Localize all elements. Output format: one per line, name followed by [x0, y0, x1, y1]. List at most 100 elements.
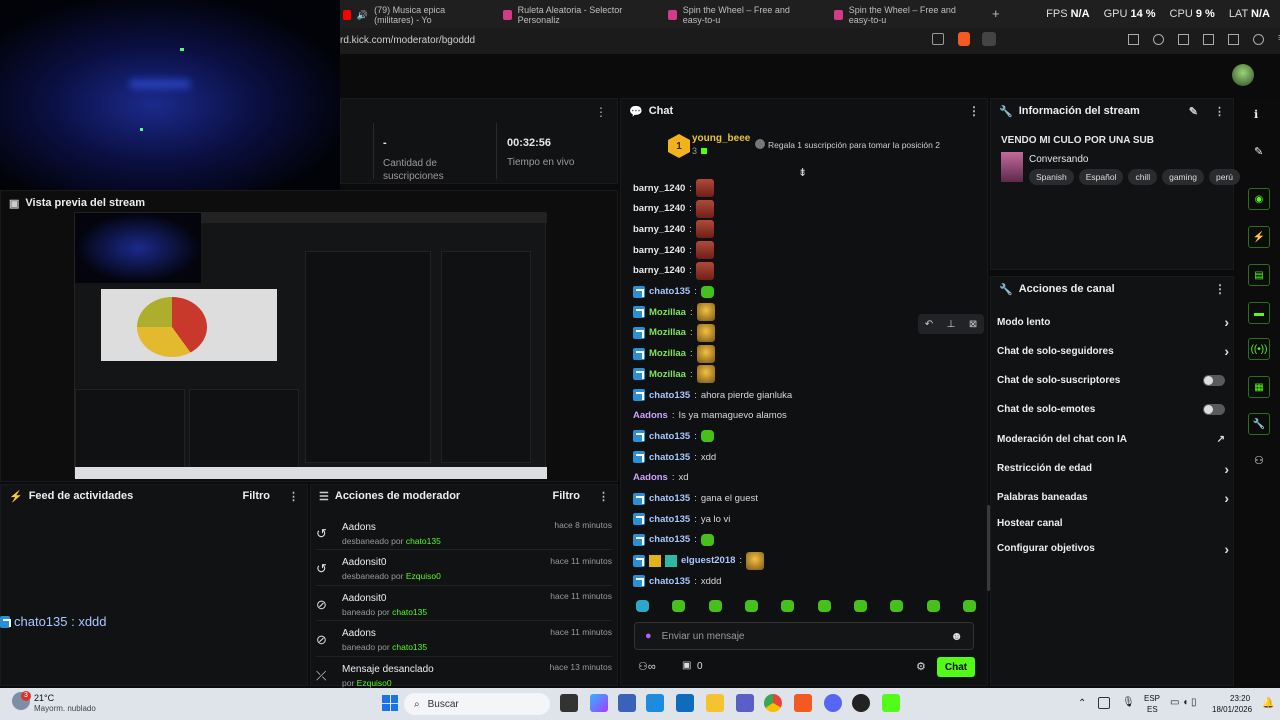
emote-icon[interactable] — [708, 600, 722, 612]
chat-username[interactable]: Aadons — [633, 472, 668, 483]
chevron-right-icon[interactable]: › — [1224, 541, 1229, 557]
ai-icon[interactable] — [1228, 34, 1239, 45]
folder-icon[interactable] — [706, 694, 724, 712]
kebab-icon[interactable]: ⋮ — [288, 490, 299, 503]
avatar[interactable] — [1232, 64, 1254, 86]
settings-icon[interactable]: ⚙ — [916, 660, 926, 673]
channel-action-item[interactable]: Hostear canal — [997, 514, 1229, 532]
sidebar-icon[interactable] — [1178, 34, 1189, 45]
emote-icon[interactable] — [636, 600, 649, 612]
channel-action-item[interactable]: Chat de solo-seguidores › — [997, 342, 1229, 360]
chat-username[interactable]: chato135 — [649, 534, 690, 545]
chat-username[interactable]: Mozillaa — [649, 307, 686, 318]
channel-action-item[interactable]: Palabras baneadas › — [997, 489, 1229, 507]
chat-username[interactable]: barny_1240 — [633, 183, 685, 194]
taskbar-search[interactable]: ⌕ Buscar — [404, 693, 550, 715]
scroll-down-icon[interactable]: ⇟ — [798, 166, 807, 179]
kick-icon[interactable] — [882, 694, 900, 712]
chat-input[interactable]: ● Enviar un mensaje ☻ — [634, 622, 974, 650]
kebab-icon[interactable]: ⋮ — [1214, 105, 1225, 118]
chat-username[interactable]: Mozillaa — [649, 369, 686, 380]
channel-action-item[interactable]: Chat de solo-emotes — [997, 401, 1229, 419]
brave-shield-icon[interactable] — [958, 32, 970, 46]
outlook-icon[interactable] — [676, 694, 694, 712]
mod-action-by[interactable]: Ezquiso0 — [357, 678, 392, 688]
mod-action-user[interactable]: Mensaje desanclado — [342, 664, 434, 675]
chat-username[interactable]: chato135 — [649, 286, 690, 297]
mod-action-by[interactable]: chato135 — [406, 536, 441, 546]
mod-filter-button[interactable]: Filtro — [553, 490, 581, 502]
kebab-icon[interactable]: ⋮ — [1214, 282, 1226, 296]
chat-username[interactable]: barny_1240 — [633, 245, 685, 256]
pinned-username[interactable]: young_beee — [692, 133, 750, 144]
stream-preview-video[interactable] — [74, 212, 547, 479]
bell-icon[interactable]: 🔔 — [1262, 698, 1274, 709]
rail-bolt-button[interactable]: ⚡ — [1248, 226, 1270, 248]
wallet-icon[interactable] — [1203, 34, 1214, 45]
browser-tab[interactable]: Spin the Wheel – Free and easy-to-u — [826, 4, 986, 26]
mod-action-by[interactable]: chato135 — [392, 607, 427, 617]
lang-label[interactable]: ESP — [1144, 694, 1160, 703]
browser-tab[interactable]: Ruleta Aleatoria - Selector Personaliz — [495, 4, 655, 26]
reply-icon[interactable]: ↶ — [925, 319, 933, 330]
mod-action-by[interactable]: Ezquiso0 — [406, 571, 441, 581]
toggle-switch[interactable] — [1203, 375, 1225, 387]
channel-action-item[interactable]: Configurar objetivos › — [997, 540, 1229, 558]
tray-chevron-icon[interactable]: ⌃ — [1078, 698, 1086, 709]
kebab-icon[interactable]: ⋮ — [968, 104, 980, 118]
chat-username[interactable]: barny_1240 — [633, 203, 685, 214]
chevron-right-icon[interactable]: › — [1224, 461, 1229, 477]
rail-chat-button[interactable]: ▬ — [1248, 302, 1270, 324]
kebab-icon[interactable]: ⋮ — [595, 105, 607, 119]
teams-icon[interactable] — [736, 694, 754, 712]
kebab-icon[interactable]: ⋮ — [598, 490, 609, 503]
clock-time[interactable]: 23:20 — [1230, 694, 1250, 703]
tray-sync-icon[interactable] — [1098, 697, 1110, 709]
chat-username[interactable]: chato135 — [649, 431, 690, 442]
url-text[interactable]: rd.kick.com/moderator/bgoddd — [340, 35, 475, 46]
channel-action-item[interactable]: Chat de solo-suscriptores — [997, 372, 1229, 390]
network-icon[interactable]: ▭ ◖ ▯ — [1170, 697, 1197, 708]
obs-icon[interactable] — [852, 694, 870, 712]
delete-icon[interactable]: ⊠ — [969, 319, 977, 330]
chat-username[interactable]: Mozillaa — [649, 327, 686, 338]
feed-filter-button[interactable]: Filtro — [243, 490, 271, 502]
rail-broadcast-button[interactable]: ((•)) — [1248, 338, 1270, 360]
chat-username[interactable]: chato135 — [649, 390, 690, 401]
mod-action-user[interactable]: Aadonsit0 — [342, 557, 441, 568]
chevron-right-icon[interactable]: › — [1224, 314, 1229, 330]
store-icon[interactable] — [618, 694, 636, 712]
extension-icon[interactable] — [982, 32, 996, 46]
emote-icon[interactable] — [672, 600, 686, 612]
chevron-right-icon[interactable]: › — [1224, 343, 1229, 359]
rail-wrench-button[interactable]: 🔧 — [1248, 413, 1270, 435]
rail-list-button[interactable]: ▤ — [1248, 264, 1270, 286]
channel-action-item[interactable]: Restricción de edad › — [997, 460, 1229, 478]
microphone-icon[interactable]: ● — [645, 630, 652, 642]
emote-icon[interactable] — [962, 600, 976, 612]
screenshot-icon[interactable] — [1128, 34, 1139, 45]
mod-action-user[interactable]: Aadons — [342, 522, 441, 533]
mod-action-user[interactable]: Aadonsit0 — [342, 593, 427, 604]
emote-icon[interactable] — [781, 600, 795, 612]
infinity-icon[interactable]: ⚇∞ — [638, 660, 656, 673]
chat-username[interactable]: chato135 — [649, 452, 690, 463]
new-tab-button[interactable]: + — [992, 6, 1000, 21]
task-view-icon[interactable] — [560, 694, 578, 712]
chat-username[interactable]: Mozillaa — [649, 348, 686, 359]
mod-action-by[interactable]: chato135 — [392, 642, 427, 652]
external-link-icon[interactable]: ↗ — [1217, 434, 1225, 445]
browser-tab[interactable]: 🔊 (79) Musica epica (militares) - Yo — [335, 4, 485, 26]
emote-icon[interactable] — [853, 600, 867, 612]
edit-icon[interactable]: ✎ — [1189, 105, 1198, 118]
chat-username[interactable]: barny_1240 — [633, 265, 685, 276]
send-chat-button[interactable]: Chat — [937, 657, 975, 677]
discord-icon[interactable] — [824, 694, 842, 712]
channel-action-item[interactable]: Moderación del chat con IA ↗ — [997, 430, 1229, 448]
share-icon[interactable] — [932, 33, 944, 45]
users-icon[interactable]: ⚇ — [1254, 454, 1264, 467]
rail-stream-button[interactable]: ◉ — [1248, 188, 1270, 210]
info-icon[interactable]: ℹ — [1254, 108, 1258, 121]
toggle-switch[interactable] — [1203, 404, 1225, 416]
chevron-right-icon[interactable]: › — [1224, 490, 1229, 506]
